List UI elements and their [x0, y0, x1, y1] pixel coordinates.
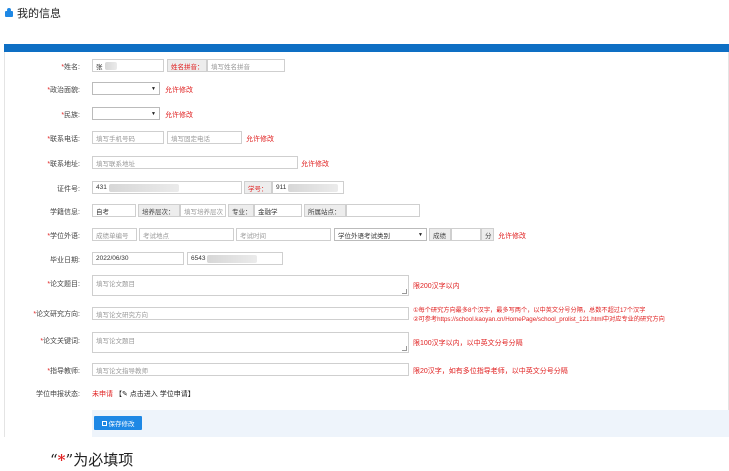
thesis-title-textarea[interactable]: 填写论文题目: [92, 275, 409, 296]
graduation-label: 毕业日期:: [50, 257, 80, 264]
politics-select[interactable]: ▼: [92, 82, 160, 95]
station-tag: 所属站点：: [304, 204, 346, 217]
id-input: 431: [92, 181, 242, 194]
phone-note: 允许修改: [246, 136, 274, 143]
keywords-textarea[interactable]: 填写论文题目: [92, 332, 409, 353]
score-tag: 成绩: [429, 228, 451, 241]
keywords-label: *论文关键词:: [40, 338, 80, 345]
puzzle-icon: [4, 8, 14, 18]
status-text: 未申请: [92, 391, 113, 398]
ethnicity-label: *民族:: [61, 112, 80, 119]
id-label: 证件号:: [57, 186, 80, 193]
required-legend: “*”为必填项: [50, 451, 134, 469]
research-direction-input[interactable]: 填写论文研究方向: [92, 307, 409, 320]
status-label: 学位申报状态:: [36, 391, 80, 398]
degree-apply-link[interactable]: 【✎ 点击进入 学位申请】: [115, 391, 195, 398]
address-note: 允许修改: [301, 161, 329, 168]
exam-category-select[interactable]: 学位外语考试类别 ▼: [334, 228, 427, 241]
research-direction-label: *论文研究方向:: [33, 311, 80, 318]
major-input: 金融学: [254, 204, 302, 217]
advisor-note: 限20汉字，如有多位指导老师，以中英文分号分隔: [413, 368, 568, 375]
name-label: *姓名:: [61, 64, 80, 71]
header-bar: [4, 44, 729, 52]
exam-time-input[interactable]: 考试时间: [236, 228, 331, 241]
mobile-input[interactable]: 填写手机号码: [92, 131, 164, 144]
chevron-down-icon: ▼: [418, 231, 423, 238]
phone-label: *联系电话:: [47, 136, 80, 143]
landline-input[interactable]: 填写固定电话: [167, 131, 242, 144]
major-tag: 专业：: [228, 204, 254, 217]
status-value: 未申请 【✎ 点击进入 学位申请】: [92, 389, 195, 399]
chevron-down-icon: ▼: [151, 85, 156, 92]
form-footer: [92, 410, 729, 437]
advisor-label: *指导教师:: [47, 368, 80, 375]
student-no-input: 911: [272, 181, 344, 194]
student-no-tag: 学号：: [244, 181, 272, 194]
page-title-text: 我的信息: [17, 8, 61, 20]
education-type-input: 自考: [92, 204, 136, 217]
pinyin-input[interactable]: 填写姓名拼音: [207, 59, 285, 72]
chevron-down-icon: ▼: [151, 110, 156, 117]
keywords-note: 限100汉字以内，以中英文分号分隔: [413, 340, 523, 347]
ethnicity-note: 允许修改: [165, 112, 193, 119]
graduation-cert-input: 6543: [187, 252, 283, 265]
save-button[interactable]: 保存修改: [94, 416, 142, 430]
research-direction-note-2: ②可参考https://school.kaoyan.cn/HomePage/sc…: [413, 316, 665, 323]
score-unit: 分: [481, 228, 494, 241]
politics-label: *政治面貌:: [47, 87, 80, 94]
station-input: [346, 204, 420, 217]
required-star: *: [57, 451, 66, 469]
research-direction-note-1: ①每个研究方向最多8个汉字，最多写两个，以中英文分号分隔，总数不超过17个汉字: [413, 307, 646, 314]
legend-text: 为必填项: [73, 451, 134, 469]
save-icon: [101, 420, 107, 426]
ethnicity-select[interactable]: ▼: [92, 107, 160, 120]
advisor-input[interactable]: 填写论文指导教师: [92, 363, 409, 376]
score-input[interactable]: [451, 228, 481, 241]
level-input[interactable]: 填写培养层次: [180, 204, 226, 217]
exam-location-input[interactable]: 考试地点: [139, 228, 234, 241]
name-input[interactable]: 张: [92, 59, 164, 72]
address-input[interactable]: 填写联系地址: [92, 156, 298, 169]
graduation-date-input: 2022/06/30: [92, 252, 184, 265]
degree-language-label: *学位外语:: [47, 233, 80, 240]
politics-note: 允许修改: [165, 87, 193, 94]
thesis-title-label: *论文题目:: [47, 281, 80, 288]
save-button-label: 保存修改: [108, 421, 135, 428]
level-tag: 培养层次：: [138, 204, 180, 217]
education-label: 学籍信息:: [50, 209, 80, 216]
address-label: *联系地址:: [47, 161, 80, 168]
page-title: 我的信息: [4, 6, 61, 20]
cert-number-input[interactable]: 成绩单编号: [92, 228, 137, 241]
pinyin-tag: 姓名拼音：: [167, 59, 207, 72]
degree-language-note: 允许修改: [498, 233, 526, 240]
thesis-title-note: 限200汉字以内: [413, 283, 460, 290]
